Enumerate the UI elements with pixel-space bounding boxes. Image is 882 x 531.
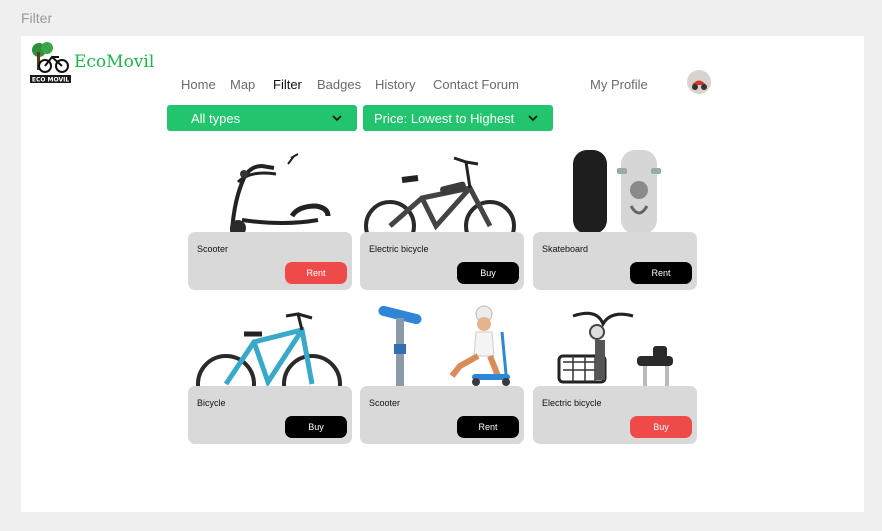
nav-map[interactable]: Map (230, 77, 255, 92)
app-page: ECO MOVIL EcoMovil Home Map Filter Badge… (21, 36, 864, 512)
product-name: Bicycle (197, 398, 226, 408)
product-name: Electric bicycle (542, 398, 602, 408)
product-info: Scooter Rent (188, 232, 352, 290)
brand-name: EcoMovil (74, 52, 155, 72)
product-info: Scooter Rent (360, 386, 524, 444)
rent-button[interactable]: Rent (630, 262, 692, 284)
bicycle-photo-icon (196, 312, 342, 388)
product-info: Electric bicycle Buy (360, 232, 524, 290)
product-name: Skateboard (542, 244, 589, 254)
kick-scooter-photo-icon (378, 305, 510, 388)
sort-dropdown[interactable]: Price: Lowest to Highest (363, 105, 553, 131)
product-info: Skateboard Rent (533, 232, 697, 290)
electric-bicycle-photo-icon (364, 156, 516, 234)
e-scooter-photo-icon (230, 153, 331, 234)
avatar[interactable] (687, 70, 711, 94)
logo-text: ECO MOVIL (32, 77, 69, 84)
buy-button[interactable]: Buy (285, 416, 347, 438)
sort-value: Price: Lowest to Highest (374, 110, 515, 126)
skateboard-photo-icon (573, 150, 661, 234)
chevron-down-icon (528, 115, 538, 122)
frame-label: Filter (21, 10, 53, 26)
rent-button[interactable]: Rent (457, 416, 519, 438)
electric-moped-photo-icon (557, 311, 673, 386)
product-name: Scooter (369, 398, 401, 408)
nav-home[interactable]: Home (181, 77, 216, 92)
nav-my-profile[interactable]: My Profile (590, 77, 648, 92)
chevron-down-icon (332, 115, 342, 122)
product-info: Bicycle Buy (188, 386, 352, 444)
nav-badges[interactable]: Badges (317, 77, 361, 92)
type-filter-dropdown[interactable]: All types (167, 105, 357, 131)
type-filter-value: All types (191, 110, 241, 126)
rent-button[interactable]: Rent (285, 262, 347, 284)
product-info: Electric bicycle Buy (533, 386, 697, 444)
buy-button[interactable]: Buy (457, 262, 519, 284)
buy-button[interactable]: Buy (630, 416, 692, 438)
nav-contact-forum[interactable]: Contact Forum (433, 77, 519, 92)
product-name: Electric bicycle (369, 244, 429, 254)
nav-filter[interactable]: Filter (273, 77, 302, 92)
nav-history[interactable]: History (375, 77, 415, 92)
avatar-icon (687, 70, 711, 94)
product-name: Scooter (197, 244, 229, 254)
ecomovil-logo-icon[interactable]: ECO MOVIL (29, 42, 72, 84)
